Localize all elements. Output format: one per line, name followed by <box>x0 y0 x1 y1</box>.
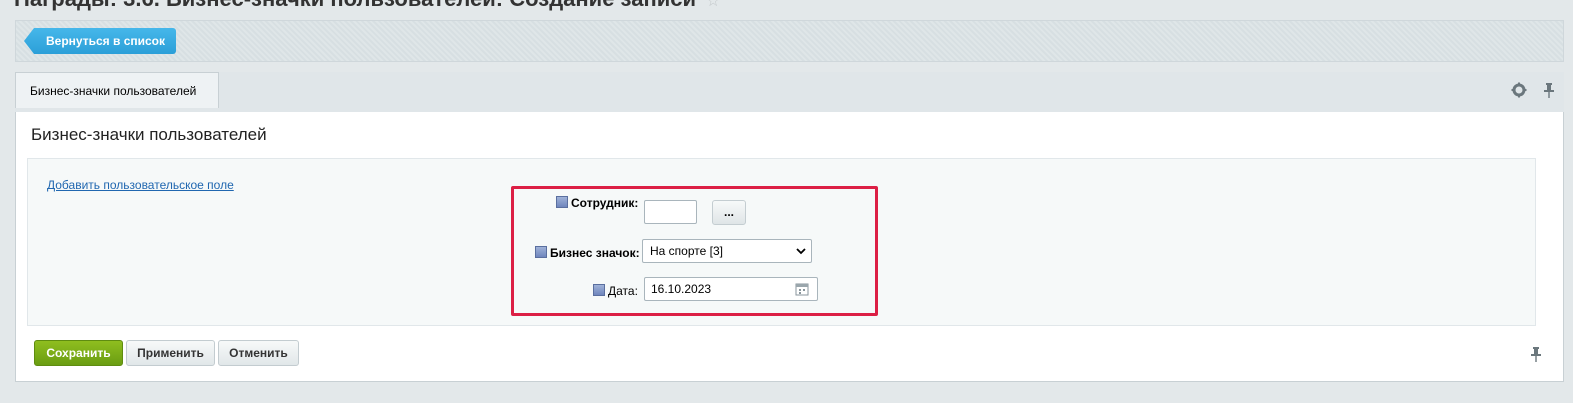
star-icon[interactable]: ☆ <box>706 0 720 10</box>
chevron-down-icon <box>796 248 806 255</box>
page-title: Награды: 3.6. Бизнес-значки пользователе… <box>14 0 720 12</box>
edit-panel: Бизнес-значки пользователей Добавить пол… <box>15 112 1564 382</box>
save-button[interactable]: Сохранить <box>34 340 123 366</box>
employee-field[interactable] <box>644 200 697 224</box>
badge-label-text: Бизнес значок: <box>550 246 640 260</box>
back-to-list-button[interactable]: Вернуться в список <box>24 28 176 54</box>
pin-icon[interactable] <box>1540 81 1558 99</box>
date-label-text: Дата: <box>608 284 638 298</box>
help-icon[interactable] <box>535 246 547 258</box>
tabs-bar: Бизнес-значки пользователей <box>15 72 1564 113</box>
page-title-text: Награды: 3.6. Бизнес-значки пользователе… <box>14 0 696 11</box>
help-icon[interactable] <box>593 284 605 296</box>
add-user-field-link[interactable]: Добавить пользовательское поле <box>47 178 234 192</box>
gear-icon[interactable] <box>1510 81 1528 99</box>
badge-label: Бизнес значок: <box>535 246 640 260</box>
panel-title: Бизнес-значки пользователей <box>31 125 267 144</box>
employee-label: Сотрудник: <box>556 196 638 210</box>
calendar-icon[interactable] <box>795 282 809 296</box>
badge-select-value: На спорте [3] <box>650 244 723 258</box>
badge-select[interactable]: На спорте [3] <box>642 239 812 263</box>
apply-button[interactable]: Применить <box>126 340 215 366</box>
date-label: Дата: <box>593 284 638 298</box>
pin-icon[interactable] <box>1528 346 1544 362</box>
employee-label-text: Сотрудник: <box>571 196 639 210</box>
cancel-button[interactable]: Отменить <box>218 340 299 366</box>
select-employee-button[interactable]: ... <box>712 200 746 225</box>
form-area: Добавить пользовательское поле Сотрудник… <box>27 158 1536 326</box>
toolbar: Вернуться в список <box>15 20 1564 62</box>
tab-user-badges[interactable]: Бизнес-значки пользователей <box>15 72 219 108</box>
date-field[interactable]: 16.10.2023 <box>644 277 818 301</box>
date-value: 16.10.2023 <box>651 282 712 296</box>
help-icon[interactable] <box>556 196 568 208</box>
